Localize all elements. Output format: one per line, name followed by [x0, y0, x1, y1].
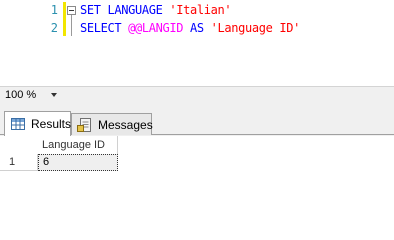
grid-corner[interactable]	[0, 136, 38, 154]
tab-label: Results	[31, 117, 72, 131]
tab-messages[interactable]: Messages	[71, 113, 153, 135]
change-marker	[63, 2, 66, 36]
collapse-icon[interactable]	[67, 6, 76, 15]
column-header[interactable]: Language ID	[38, 136, 118, 154]
grid-cell[interactable]: 6	[38, 154, 118, 171]
grid-icon	[10, 116, 26, 132]
chevron-down-icon	[51, 93, 57, 97]
query-editor[interactable]: 1 2 SET LANGUAGE 'Italian' SELECT @@LANG…	[0, 0, 394, 86]
results-tab-strip: Results Messages	[0, 111, 394, 136]
line-number-gutter: 1 2	[0, 0, 60, 86]
line-number: 2	[50, 21, 58, 35]
string-literal: 'Language ID'	[210, 21, 301, 35]
code-line-1[interactable]: SET LANGUAGE 'Italian'	[80, 1, 232, 19]
code-line-2[interactable]: SELECT @@LANGID AS 'Language ID'	[80, 19, 300, 37]
keyword: SELECT	[80, 21, 122, 35]
zoom-dropdown[interactable]: 100 %	[3, 88, 61, 102]
results-pane: Results Messages Language ID 1 6	[0, 103, 394, 214]
system-variable: @@LANGID	[128, 21, 184, 35]
string-literal: 'Italian'	[169, 3, 232, 17]
tab-results[interactable]: Results	[4, 111, 71, 136]
outline-line	[71, 15, 72, 36]
results-grid[interactable]: Language ID 1 6	[0, 136, 394, 214]
tab-label: Messages	[98, 117, 153, 132]
horizontal-scrollbar[interactable]	[64, 90, 394, 100]
messages-icon	[77, 117, 93, 133]
keyword: AS	[190, 21, 204, 35]
editor-status-bar: 100 %	[0, 86, 394, 103]
line-number: 1	[50, 3, 58, 17]
zoom-level: 100 %	[5, 89, 37, 101]
row-header[interactable]: 1	[0, 154, 38, 171]
keyword: SET LANGUAGE	[80, 3, 163, 17]
